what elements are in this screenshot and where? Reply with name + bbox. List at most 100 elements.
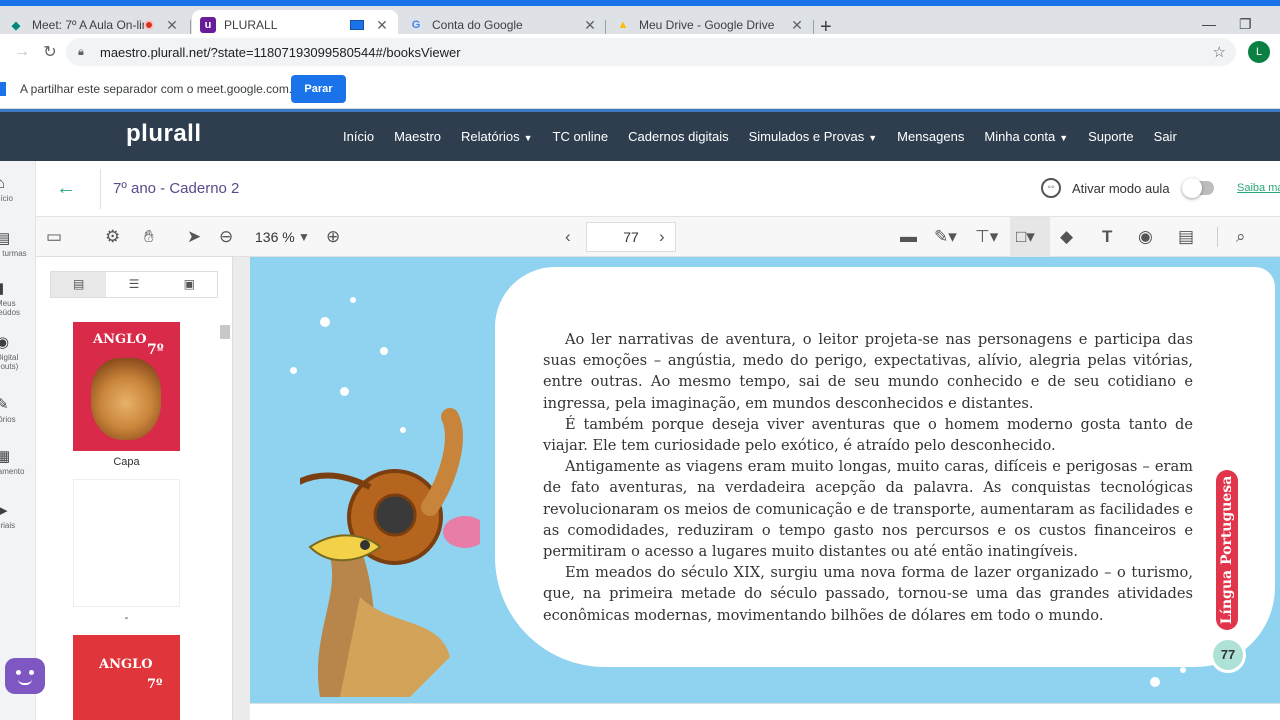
divider <box>100 169 101 209</box>
cover-brand: ANGLO <box>99 657 153 672</box>
nav-item-suporte[interactable]: Suporte <box>1088 129 1134 144</box>
chevron-down-icon: ▼ <box>1059 133 1069 143</box>
address-bar: → ↻ 🔒︎ maestro.plurall.net/?state=118071… <box>0 34 1280 70</box>
book-icon: ▮ <box>0 279 35 297</box>
nav-item-relat-rios[interactable]: Relatórios ▼ <box>461 129 532 144</box>
rail-label: s turmas <box>0 249 27 258</box>
eye-icon[interactable]: ◉ <box>1138 227 1153 247</box>
zoom-out-icon[interactable]: ⊖ <box>219 227 233 247</box>
bookmark-star-icon[interactable]: ☆ <box>1213 43 1226 61</box>
lion-illustration <box>91 358 161 440</box>
nav-item-in-cio[interactable]: Início <box>343 129 374 144</box>
eraser-icon[interactable]: ◆ <box>1060 227 1073 247</box>
nav-item-simulados-e-provas[interactable]: Simulados e Provas ▼ <box>749 129 878 144</box>
rail-item-reports[interactable]: ✎ tórios <box>0 395 35 424</box>
previous-page-icon[interactable]: ‹ <box>565 227 571 247</box>
nav-item-maestro[interactable]: Maestro <box>394 129 441 144</box>
restore-icon[interactable]: ❐ <box>1239 16 1252 33</box>
pen-icon[interactable]: ✎▾ <box>934 227 957 247</box>
rail-item-tutorials[interactable]: ▶ oriais <box>0 501 35 530</box>
home-icon: ⌂ <box>0 175 35 192</box>
rail-label: Meus teúdos <box>0 299 21 317</box>
text-tool-icon[interactable]: T <box>1102 227 1112 247</box>
url-field[interactable]: 🔒︎ maestro.plurall.net/?state=1180719309… <box>66 38 1236 66</box>
chatbot-eye <box>16 670 21 675</box>
class-mode-icon: ◦◦ <box>1041 178 1061 198</box>
rail-item-home[interactable]: ⌂ nício <box>0 175 35 203</box>
rail-label: jamento <box>0 467 25 476</box>
chatbot-button[interactable] <box>5 658 45 694</box>
viewer-toolbar: ▭ ⚙ ✋︎ ➤ ⊖ 136 % ▼ ⊕ ‹ 77 › ▬ ✎▾ ⊤▾ □▾ ◆… <box>36 217 1280 257</box>
drive-icon: ▲ <box>617 19 629 31</box>
sharing-indicator-icon <box>0 82 6 96</box>
reload-icon[interactable]: ↻ <box>36 42 64 62</box>
profile-avatar[interactable]: L <box>1248 41 1270 63</box>
book-page: Ao ler narrativas de aventura, o leitor … <box>250 257 1280 703</box>
scrollbar-thumb[interactable] <box>220 325 230 339</box>
nav-item-sair[interactable]: Sair <box>1154 129 1177 144</box>
tab-annotations[interactable]: ▣ <box>162 272 217 297</box>
rail-item-planning[interactable]: ▦ jamento <box>0 447 35 476</box>
nav-item-minha-conta[interactable]: Minha conta ▼ <box>984 129 1068 144</box>
paragraph: Em meados do século XIX, surgiu uma nova… <box>543 564 1193 624</box>
rail-item-classes[interactable]: ▤ s turmas <box>0 229 35 258</box>
close-icon[interactable]: ✕ <box>789 17 805 34</box>
tab-sharing-bar: A partilhar este separador com o meet.go… <box>0 70 1280 109</box>
rail-item-contents[interactable]: ▮ Meus teúdos <box>0 279 35 317</box>
thumbnail-scrollbar[interactable] <box>219 313 230 718</box>
close-icon[interactable]: ✕ <box>582 17 598 34</box>
zoom-level[interactable]: 136 % <box>255 229 295 245</box>
next-page-icon[interactable]: › <box>659 227 665 247</box>
rectangle-icon[interactable]: □▾ <box>1016 227 1035 247</box>
nav-label: TC online <box>552 129 609 144</box>
close-icon[interactable]: ✕ <box>164 17 180 34</box>
close-icon[interactable]: ✕ <box>374 17 390 34</box>
sidebar-toggle-icon[interactable]: ▭ <box>46 227 62 247</box>
page-thumbnail[interactable]: ANGLO 7º <box>73 635 180 720</box>
nav-item-mensagens[interactable]: Mensagens <box>897 129 964 144</box>
nav-item-cadernos-digitais[interactable]: Cadernos digitais <box>628 129 728 144</box>
lock-icon: 🔒︎ <box>78 46 84 58</box>
tab-thumbnails[interactable]: ▤ <box>51 272 107 297</box>
minimize-icon[interactable]: — <box>1202 16 1216 32</box>
plurall-logo[interactable]: plurall <box>126 120 202 148</box>
back-arrow-icon[interactable]: ← <box>56 177 76 200</box>
zoom-dropdown-icon[interactable]: ▼ <box>298 230 310 244</box>
learn-more-link[interactable]: Saiba ma <box>1237 182 1280 194</box>
toolbar-divider <box>1217 227 1218 247</box>
zoom-in-icon[interactable]: ⊕ <box>326 227 340 247</box>
paragraph: Ao ler narrativas de aventura, o leitor … <box>543 331 1193 412</box>
classes-icon: ▤ <box>0 229 35 247</box>
comment-icon[interactable]: ▬ <box>900 227 917 247</box>
stop-sharing-button[interactable]: Parar <box>291 75 346 103</box>
next-page-edge <box>250 703 1280 720</box>
text-box-icon[interactable]: ⊤▾ <box>975 227 998 247</box>
url-text: maestro.plurall.net/?state=1180719309958… <box>100 44 461 60</box>
document-title: 7º ano - Caderno 2 <box>113 180 240 197</box>
search-icon[interactable]: ⌕ <box>1236 227 1246 247</box>
nav-label: Suporte <box>1088 129 1134 144</box>
rail-item-digital[interactable]: ◉ Digital gouts) <box>0 333 35 371</box>
thumbnail-tabs: ▤ ☰ ▣ <box>50 271 218 298</box>
select-pointer-icon[interactable]: ➤ <box>187 227 201 247</box>
cover-thumbnail[interactable]: ANGLO 7º <box>73 322 180 451</box>
back-icon[interactable]: → <box>8 43 36 61</box>
paragraph: É também porque deseja viver aventuras q… <box>543 415 1193 455</box>
blank-page-thumbnail[interactable] <box>73 479 180 607</box>
nav-label: Cadernos digitais <box>628 129 729 144</box>
tab-title: Conta do Google <box>432 18 523 32</box>
chatbot-mouth <box>18 679 32 685</box>
settings-gear-icon[interactable]: ⚙ <box>105 227 120 247</box>
class-mode-toggle[interactable] <box>1182 178 1214 198</box>
planning-icon: ▦ <box>0 447 35 465</box>
left-rail: ⌂ nício ▤ s turmas ▮ Meus teúdos ◉ Digital g… <box>0 161 36 720</box>
screen-share-icon <box>350 20 364 30</box>
bubble <box>1180 667 1186 673</box>
rail-label: oriais <box>0 521 16 530</box>
tab-outline[interactable]: ☰ <box>106 272 161 297</box>
nav-item-tc-online[interactable]: TC online <box>553 129 609 144</box>
pan-hand-icon[interactable]: ✋︎ <box>144 227 154 247</box>
nav-label: Simulados e Provas <box>748 129 865 144</box>
cover-brand: ANGLO <box>93 332 147 347</box>
notes-icon[interactable]: ▤ <box>1178 227 1194 247</box>
